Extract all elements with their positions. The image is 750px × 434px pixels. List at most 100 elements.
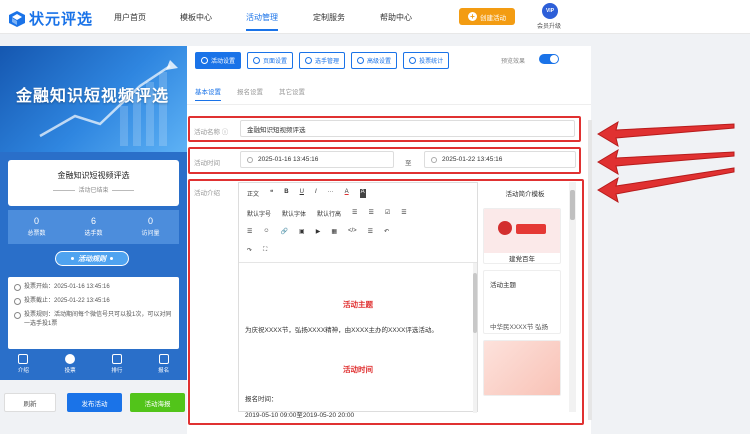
tab-label: 投票: [64, 368, 76, 374]
activity-name: 金融知识短视频评选: [57, 171, 130, 180]
divider: [187, 104, 591, 105]
vip-icon[interactable]: VIP: [542, 3, 558, 19]
stats-row: 0 总票数 6 选手数 0 访问量: [8, 210, 179, 244]
stat-value: 0: [33, 216, 39, 226]
vote-info-card: 投票开始：2025-01-16 13:45:16 投票截止：2025-01-22…: [8, 277, 179, 349]
highlight-intro-area: [188, 179, 584, 425]
clock-icon: [14, 298, 21, 305]
tab-intro[interactable]: 介绍: [0, 351, 47, 380]
vote-end-line: 投票截止：2025-01-22 13:45:16: [14, 297, 173, 306]
activity-title-card: 金融知识短视频评选 活动已结束: [8, 160, 179, 206]
start-time-input[interactable]: 2025-01-16 13:45:16: [240, 151, 394, 168]
vip-upgrade-link[interactable]: 会员升级: [537, 21, 561, 30]
dot-icon: [71, 257, 74, 260]
tab-label: 活动设置: [211, 59, 236, 65]
annotation-arrows: [597, 120, 735, 204]
nav-item-help[interactable]: 帮助中心: [380, 12, 412, 23]
time-separator: 至: [405, 160, 412, 167]
name-label-text: 活动名称: [194, 129, 220, 136]
sliders-icon: [357, 57, 365, 64]
brand-name: 状元评选: [29, 11, 94, 28]
end-time-input[interactable]: 2025-01-22 13:45:16: [424, 151, 576, 168]
activity-rules-button[interactable]: 活动规则: [55, 251, 129, 266]
stat-total-votes: 0 总票数: [8, 210, 65, 244]
tab-label: 选手管理: [315, 59, 340, 65]
vote-icon: [65, 354, 76, 364]
create-activity-button[interactable]: + 创建活动: [459, 8, 515, 25]
page-scrollbar[interactable]: [588, 120, 592, 420]
activity-time-label: 活动时间: [194, 160, 220, 167]
tab-contestant-management[interactable]: 选手管理: [299, 52, 346, 69]
tab-page-settings[interactable]: 页面设置: [247, 52, 294, 69]
arrow-to-name-row: [597, 120, 735, 148]
tab-label: 投票统计: [419, 59, 444, 65]
preview-banner: 金融知识短视频评选: [0, 46, 187, 152]
subtab-basic[interactable]: 基本设置: [195, 86, 221, 101]
tab-signup[interactable]: 报名: [140, 351, 187, 380]
subtab-other[interactable]: 其它设置: [279, 86, 305, 96]
chart-icon: [111, 354, 122, 364]
subtab-signup[interactable]: 报名设置: [237, 86, 263, 96]
stat-label: 访问量: [141, 231, 160, 237]
preview-toggle[interactable]: [539, 54, 559, 64]
vote-rule-text: 投票规则：活动期间每个微信号只可以投1次，可以对同一选手投1票: [24, 312, 172, 327]
clock-icon: [14, 284, 21, 291]
editor-tab-buttons: 活动设置 页面设置 选手管理 高级设置 投票统计: [195, 52, 450, 69]
tab-label: 页面设置: [263, 59, 288, 65]
banner-title: 金融知识短视频评选: [16, 88, 170, 105]
stat-value: 0: [147, 216, 153, 226]
refresh-button[interactable]: 刷新: [4, 393, 56, 412]
create-activity-label: 创建活动: [480, 14, 506, 22]
vote-rule-line: 投票规则：活动期间每个微信号只可以投1次，可以对同一选手投1票: [14, 311, 173, 329]
gear-icon: [253, 57, 261, 64]
tab-label: 介绍: [17, 368, 29, 374]
doc-icon: [18, 354, 29, 364]
vote-start-line: 投票开始：2025-01-16 13:45:16: [14, 283, 173, 292]
activity-rules-label: 活动规则: [78, 255, 106, 263]
arrow-to-intro-area: [597, 167, 735, 204]
publish-button[interactable]: 发布活动: [67, 393, 122, 412]
tab-label: 报名: [158, 368, 170, 374]
tab-vote[interactable]: 投票: [47, 351, 94, 380]
users-icon: [305, 57, 313, 64]
tab-label: 高级设置: [367, 59, 392, 65]
tab-label: 排行: [111, 368, 123, 374]
bar-chart-icon: [409, 57, 417, 64]
mobile-preview: 金融知识短视频评选 金融知识短视频评选 活动已结束 0 总票数 6 选手数 0 …: [0, 46, 187, 380]
stats-panel: 金融知识短视频评选 活动已结束 0 总票数 6 选手数 0 访问量 活动规则 投…: [0, 152, 187, 380]
tab-activity-settings[interactable]: 活动设置: [195, 52, 242, 69]
nav-item-activity-management[interactable]: 活动管理: [246, 12, 278, 31]
stat-visits: 0 访问量: [122, 210, 179, 244]
preview-tabbar: 介绍 投票 排行 报名: [0, 351, 187, 380]
brand-logo[interactable]: 状元评选: [8, 8, 93, 29]
tab-ranking[interactable]: 排行: [94, 351, 141, 380]
nav-item-templates[interactable]: 模板中心: [180, 12, 212, 23]
preview-toggle-label: 预览效果: [501, 59, 526, 65]
stat-contestants: 6 选手数: [65, 210, 122, 244]
vote-end-text: 投票截止：2025-01-22 13:45:16: [24, 298, 110, 304]
start-time-value: 2025-01-16 13:45:16: [258, 156, 319, 163]
bottom-actions: 刷新 发布活动 活动海报: [0, 393, 187, 413]
nav-item-custom-service[interactable]: 定制服务: [313, 12, 345, 23]
vote-start-text: 投票开始：2025-01-16 13:45:16: [24, 284, 110, 290]
activity-name-label: 活动名称 ⓘ: [194, 129, 229, 136]
nav-item-home[interactable]: 用户首页: [114, 12, 146, 23]
logo-icon: [8, 10, 26, 28]
clock-icon: [247, 156, 253, 163]
activity-name-input[interactable]: 金融知识短视频评选: [240, 120, 575, 137]
arrow-to-time-row: [597, 148, 735, 176]
info-icon: [14, 312, 21, 319]
dot-icon: [110, 257, 113, 260]
clock-icon: [431, 156, 437, 163]
end-time-value: 2025-01-22 13:45:16: [442, 156, 503, 163]
top-navbar: 状元评选 用户首页 模板中心 活动管理 定制服务 帮助中心 + 创建活动 VIP…: [0, 0, 750, 34]
sub-tabs: 基本设置 报名设置 其它设置: [195, 86, 305, 101]
gear-icon: [201, 57, 208, 64]
poster-button[interactable]: 活动海报: [130, 393, 185, 412]
tab-advanced-settings[interactable]: 高级设置: [351, 52, 398, 69]
stat-value: 6: [90, 216, 96, 226]
user-icon: [158, 354, 169, 364]
tab-vote-statistics[interactable]: 投票统计: [403, 52, 450, 69]
plus-icon: +: [468, 12, 477, 21]
stat-label: 选手数: [84, 231, 103, 237]
